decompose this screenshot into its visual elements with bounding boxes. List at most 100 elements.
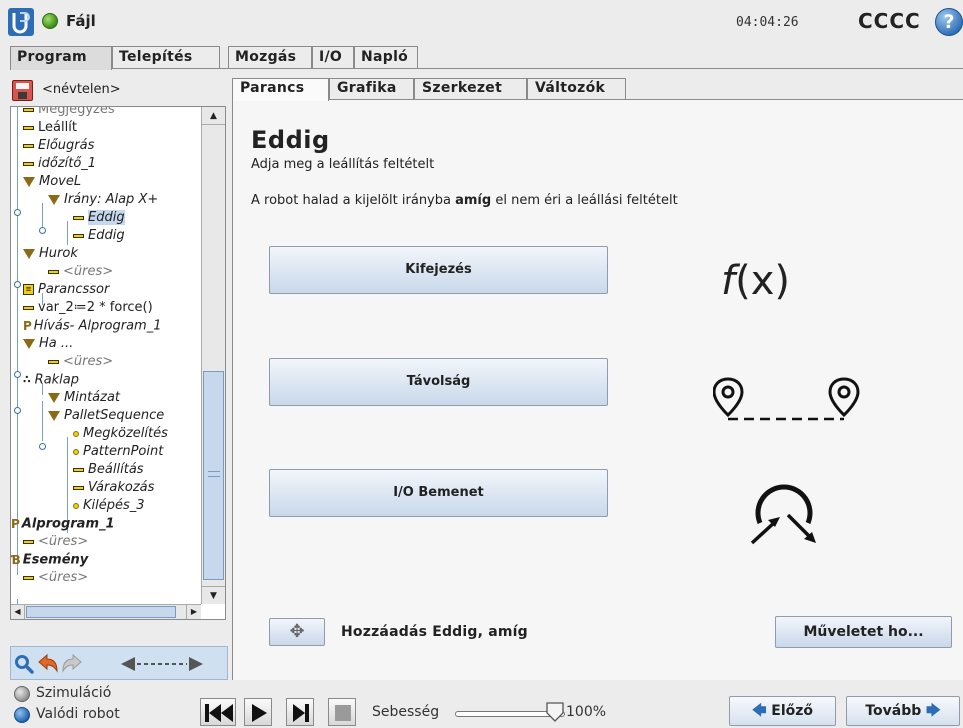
program-tree-panel: <névtelen> Megjegyzés Leállít Előugrás i… [10,78,228,680]
scroll-thumb[interactable] [203,371,224,580]
step-icon [293,704,309,722]
tree-expand-knob[interactable] [14,281,21,288]
tree-node-until-selected[interactable]: Eddig [73,209,125,227]
tree-node-until[interactable]: Eddig [73,227,125,245]
tree-node-pattern[interactable]: Mintázat [48,389,120,407]
tree-node-popup[interactable]: Előugrás [23,137,94,155]
stop-button[interactable] [328,698,356,726]
tree-node-empty[interactable]: <üres> [48,353,113,371]
tree-node-timer[interactable]: időzítő_1 [23,155,96,173]
undo-icon[interactable] [37,654,59,674]
tree-node-empty[interactable]: <üres> [23,569,88,587]
io-input-icon [750,484,816,545]
function-icon: f(x) [721,258,790,304]
tree-horizontal-scrollbar[interactable]: ◀ ▶ [11,604,201,619]
tree-node-label: <üres> [63,354,114,369]
tree-node-movel[interactable]: MoveL [23,173,81,191]
tree-node-pallet-sequence[interactable]: PalletSequence [48,407,164,425]
tree-node-approach[interactable]: Megközelítés [73,425,168,443]
tree-node-label: Hívás- Alprogram_1 [33,318,162,334]
dash-icon [48,269,59,274]
tab-move[interactable]: Mozgás [228,46,312,69]
tree-node-event[interactable]: Ɓ Esemény [11,551,88,569]
tab-graphics[interactable]: Grafika [329,78,414,100]
action-button[interactable]: Műveletet ho... [775,616,952,648]
step-button[interactable] [286,698,314,726]
tree-node-direction[interactable]: Irány: Alap X+ [48,191,158,209]
description-emphasis: amíg [455,193,492,208]
tab-program[interactable]: Program [10,46,112,70]
scroll-left-icon[interactable]: ◀ [11,605,25,619]
tree-expand-knob[interactable] [14,407,21,414]
dash-icon [73,467,84,472]
tree-node-comment[interactable]: Megjegyzés [23,107,115,119]
tree-node-pallet[interactable]: ∴ Raklap [23,371,79,389]
next-label: Tovább [865,703,922,719]
tree-connector [42,401,43,441]
speed-label: Sebesség [372,704,440,720]
search-icon[interactable] [14,654,34,674]
help-icon[interactable]: ? [935,8,963,36]
tree-node-script[interactable]: ≡ Parancssor [23,281,109,299]
tree-node-if[interactable]: Ha ... [23,335,73,353]
play-button[interactable] [244,698,272,726]
tab-structure[interactable]: Szerkezet [414,78,527,100]
tree-vertical-scrollbar[interactable]: ▲ ▼ [201,107,225,604]
tab-divider [10,68,963,69]
redo-icon[interactable] [61,654,83,674]
tree-connector [17,107,18,567]
scroll-thumb[interactable] [26,606,176,618]
tree-node-exit[interactable]: Kilépés_3 [73,497,145,515]
radio-icon[interactable] [14,686,30,702]
expression-button[interactable]: Kifejezés [269,246,608,294]
tree-expand-knob[interactable] [14,371,21,378]
waypoint-icon [73,502,79,509]
tree-node-assignment[interactable]: var_2≔2 * force() [23,299,153,317]
radio-icon[interactable] [14,707,30,723]
tree-node-empty[interactable]: <üres> [23,533,88,551]
speed-value: 100% [566,704,607,720]
tree-node-pattern-point[interactable]: PatternPoint [73,443,163,461]
scroll-right-icon[interactable]: ▶ [186,605,201,619]
previous-button[interactable]: 🡄 Előző [729,696,836,726]
tree-node-empty[interactable]: <üres> [48,263,113,281]
tree-node-setting[interactable]: Beállítás [73,461,144,479]
tree-node-label: Eddig [88,210,125,225]
move-arrows-icon[interactable] [121,656,203,672]
add-until-button[interactable]: ✥ [269,618,325,646]
scroll-up-icon[interactable]: ▲ [202,107,225,125]
robot-status-icon[interactable] [42,13,58,29]
previous-label: Előző [771,703,814,719]
tab-command[interactable]: Parancs [232,78,329,101]
save-icon[interactable] [12,80,33,101]
dash-icon [23,575,34,580]
tree-expand-knob[interactable] [14,209,21,216]
tree-node-label: Raklap [34,372,80,388]
tab-io[interactable]: I/O [312,46,354,69]
main-tabs: Program Telepítés Mozgás I/O Napló [10,46,963,70]
tree-expand-knob[interactable] [39,443,46,450]
tree-node-label: Megközelítés [83,426,168,441]
tab-installation[interactable]: Telepítés [112,46,220,69]
scroll-down-icon[interactable]: ▼ [202,586,225,604]
tree-expand-knob[interactable] [39,227,46,234]
distance-button[interactable]: Távolság [269,358,608,406]
tree-node-wait[interactable]: Várakozás [73,479,154,497]
skip-back-button[interactable] [200,698,236,726]
program-tree[interactable]: Megjegyzés Leállít Előugrás időzítő_1 Mo… [10,106,226,620]
arrow-right-icon: 🡆 [926,703,941,719]
io-input-button[interactable]: I/O Bemenet [269,469,608,517]
universal-robots-logo [8,8,34,36]
next-button[interactable]: Tovább 🡆 [846,696,960,726]
tree-node-stop[interactable]: Leállít [23,119,77,137]
tree-node-subprogram[interactable]: P Alprogram_1 [11,515,115,533]
speed-slider-handle[interactable] [545,701,565,723]
tree-node-loop[interactable]: Hurok [23,245,78,263]
tab-variables[interactable]: Változók [527,78,626,100]
file-menu[interactable]: Fájl [66,12,96,30]
tab-log[interactable]: Napló [354,46,418,69]
command-title: Eddig [251,126,330,154]
command-content: Eddig Adja meg a leállítás feltételt A r… [232,100,963,680]
tree-node-call[interactable]: P Hívás- Alprogram_1 [23,317,162,335]
distance-icon [713,377,860,421]
